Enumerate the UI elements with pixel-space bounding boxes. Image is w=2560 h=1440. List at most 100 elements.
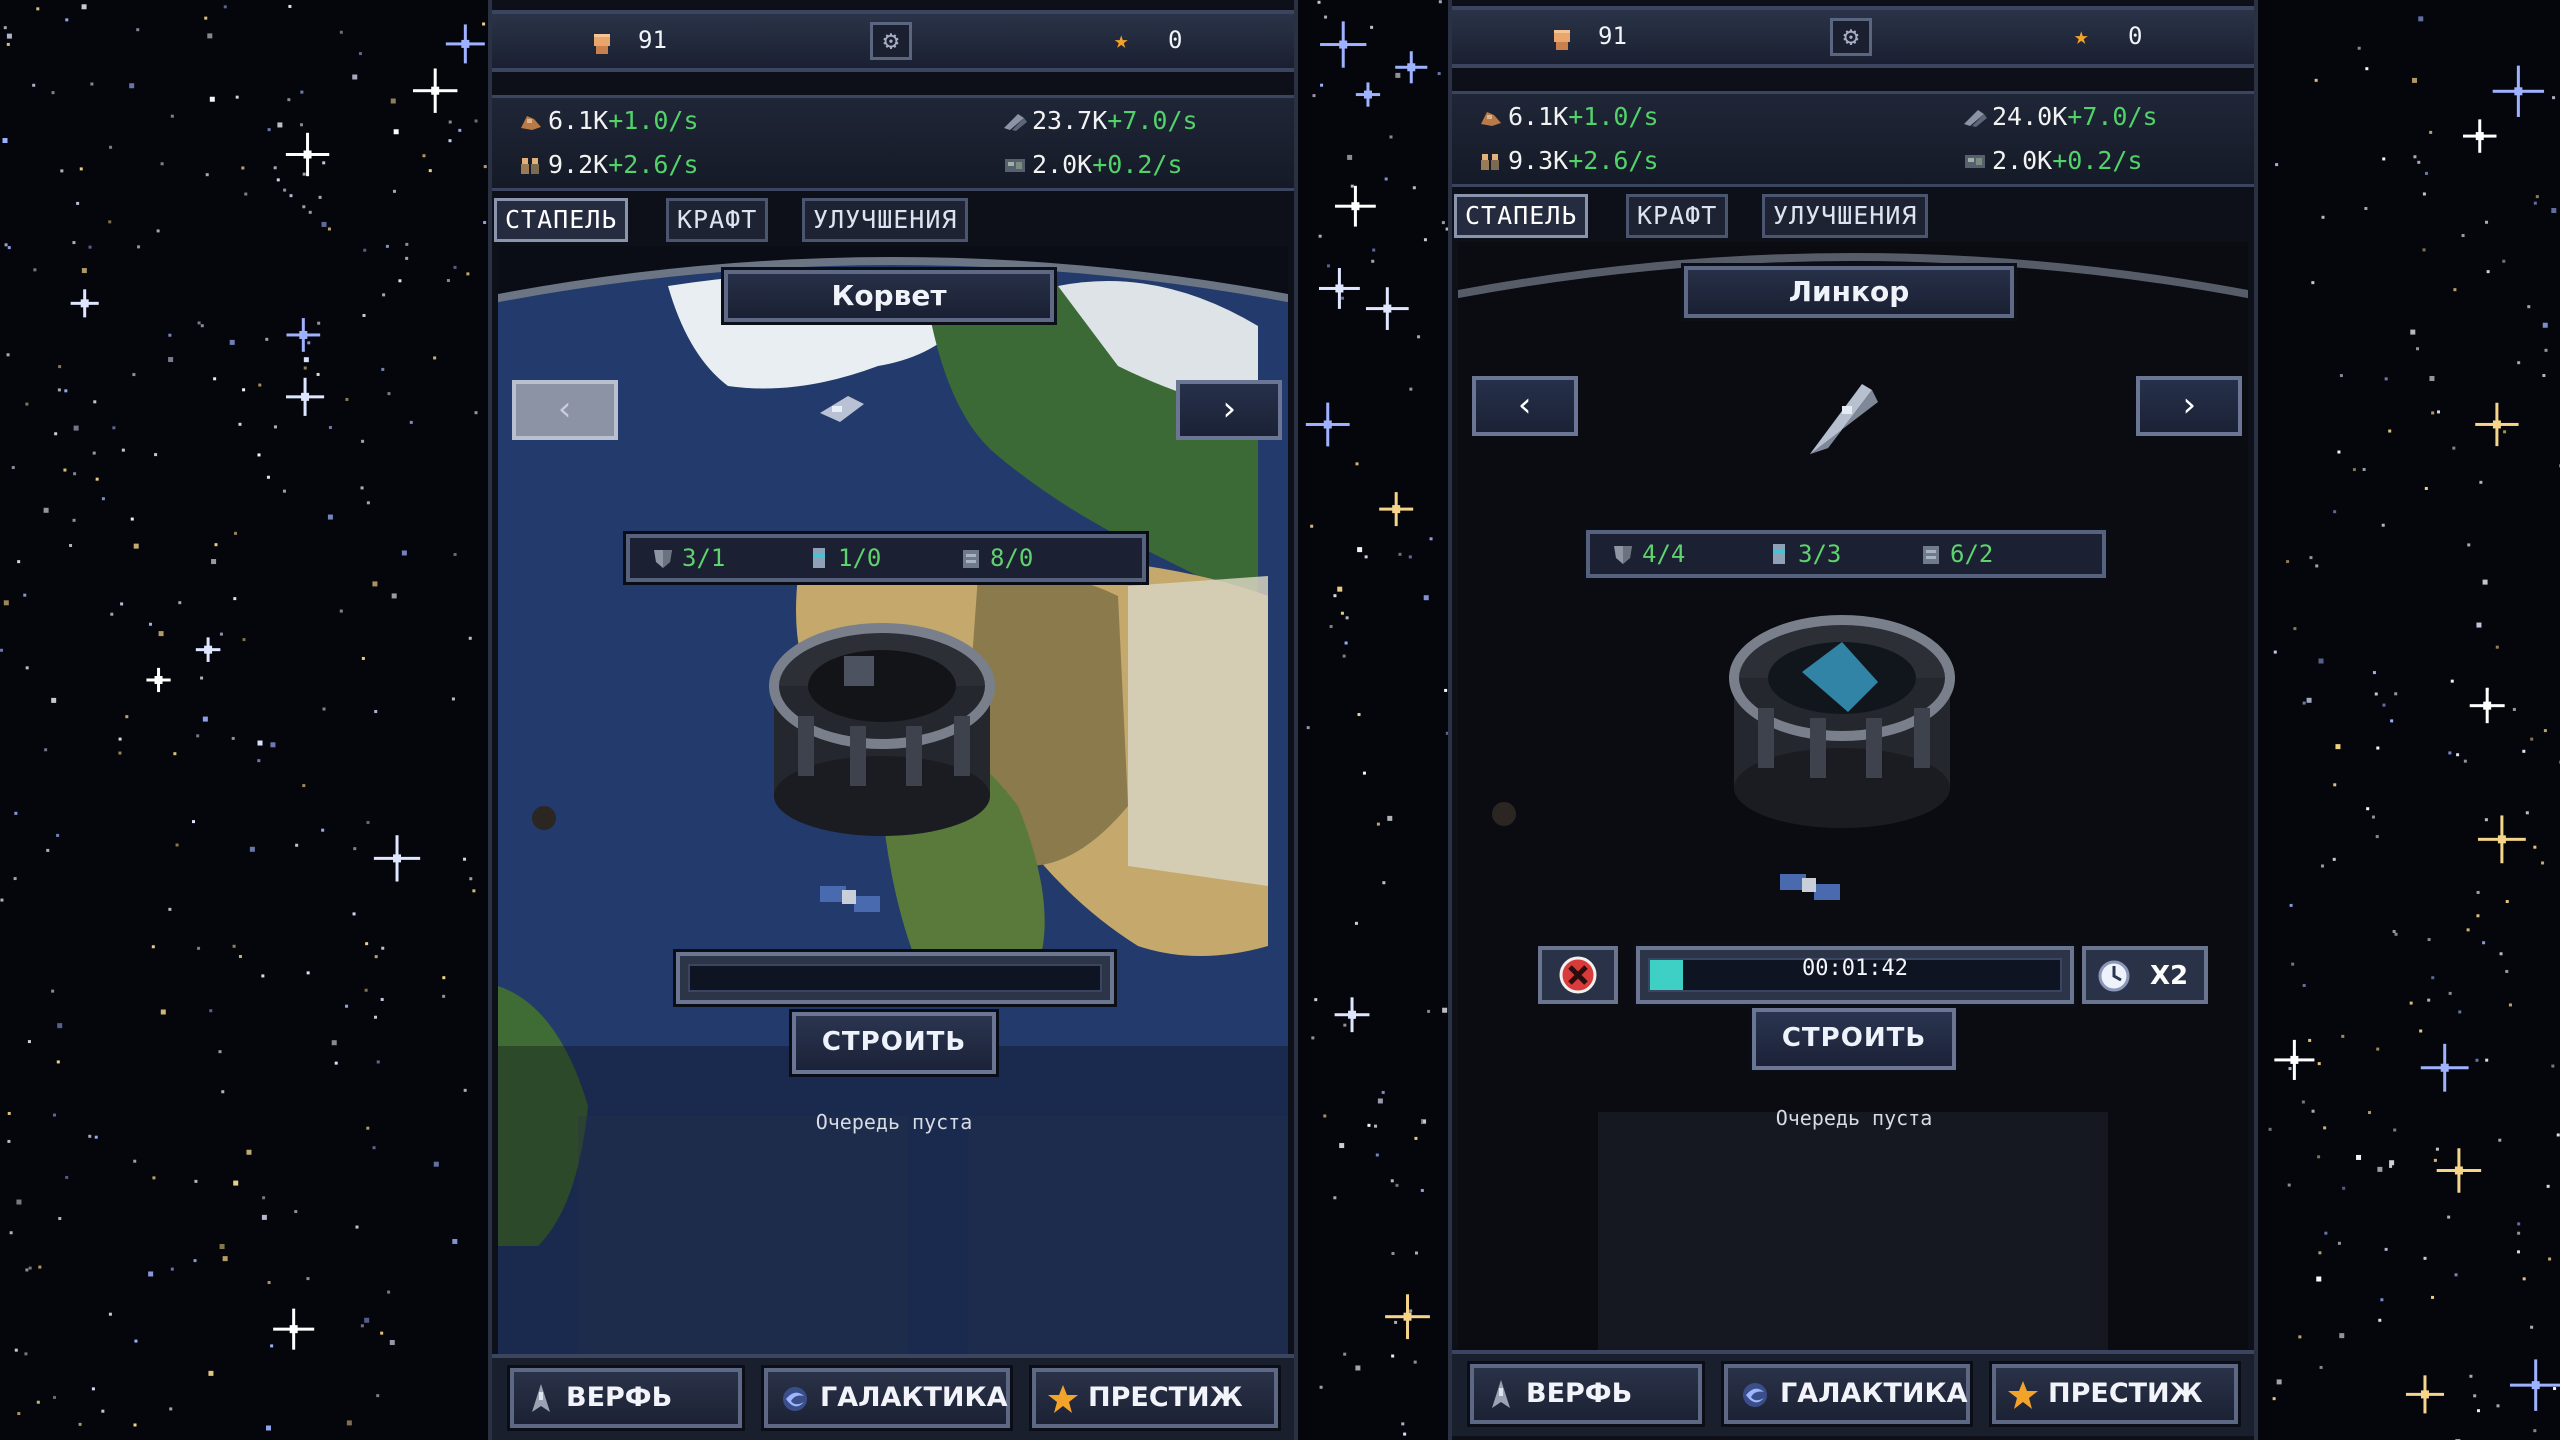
resource-rate: +1.0/s	[1568, 102, 1659, 131]
prev-ship-button[interactable]: ‹	[1472, 376, 1578, 436]
ore-icon	[521, 116, 541, 130]
module-icon	[963, 550, 979, 568]
build-button[interactable]: СТРОИТЬ	[1752, 1008, 1956, 1070]
speedup-label: X2	[2150, 961, 2189, 991]
next-ship-button[interactable]: ›	[2136, 376, 2242, 436]
resource-amount: 6.1K	[548, 106, 609, 135]
chevron-right-icon: ›	[1218, 389, 1240, 429]
resource-alloy: 23.7K+7.0/s	[1002, 106, 1198, 135]
requirement-fuel: 1/0	[808, 544, 881, 572]
game-panel-right: 91 ⚙ ★ 0 6.1K+1.0/s 24.0K+7.0/s 9.3K+2.6…	[1448, 0, 2258, 1440]
fist-icon	[594, 34, 610, 54]
resource-rate: +0.2/s	[1092, 150, 1183, 179]
resource-amount: 6.1K	[1508, 102, 1569, 131]
build-progress-bar: 00:01:42	[1636, 946, 2074, 1004]
settings-gear-button[interactable]: ⚙	[1830, 18, 1872, 56]
resource-tech: 2.0K+0.2/s	[1002, 150, 1183, 179]
close-icon	[1559, 956, 1597, 994]
ship-name-plate: Корвет	[724, 270, 1054, 322]
build-timer: 00:01:42	[1802, 956, 1908, 981]
star-count: 0	[2128, 22, 2143, 50]
resource-crew: 9.3K+2.6/s	[1478, 146, 1659, 175]
fuel-icon	[1773, 544, 1785, 564]
resource-bar: 6.1K+1.0/s 23.7K+7.0/s 9.2K+2.6/s 2.0K+0…	[492, 95, 1294, 191]
nav-label: ПРЕСТИЖ	[2048, 1378, 2203, 1409]
requirement-value: 8/0	[990, 544, 1034, 572]
tab-craft[interactable]: КРАФТ	[1626, 194, 1729, 238]
queue-status-text: Очередь пуста	[815, 1110, 973, 1134]
top-status-bar: 91 ⚙ ★ 0	[1452, 6, 2254, 68]
resource-alloy: 24.0K+7.0/s	[1962, 102, 2158, 131]
crew-icon	[1481, 154, 1499, 170]
alloy-icon	[1964, 110, 1987, 127]
nav-galaxy[interactable]: ГАЛАКТИКА	[764, 1368, 1010, 1428]
tech-icon	[1005, 159, 1025, 172]
resource-crew: 9.2K+2.6/s	[518, 150, 699, 179]
galaxy-icon	[1743, 1383, 1767, 1407]
settings-gear-button[interactable]: ⚙	[870, 22, 912, 60]
ship-requirements-bar: 4/4 3/3 6/2	[1586, 530, 2106, 578]
fuel-icon	[813, 548, 825, 568]
nav-prestige[interactable]: ПРЕСТИЖ	[1032, 1368, 1278, 1428]
requirement-value: 1/0	[838, 544, 882, 572]
armor-icon	[1614, 546, 1632, 564]
space-station-icon	[769, 623, 995, 836]
resource-amount: 9.2K	[548, 150, 609, 179]
tab-slipway[interactable]: СТАПЕЛЬ	[1454, 194, 1589, 238]
resource-amount: 23.7K	[1032, 106, 1108, 135]
cancel-build-button[interactable]	[1538, 946, 1618, 1004]
gear-icon: ⚙	[883, 26, 899, 56]
module-icon	[1923, 546, 1939, 564]
shipyard-icon	[532, 1384, 550, 1412]
resource-amount: 24.0K	[1992, 102, 2068, 131]
resource-rate: +2.6/s	[608, 150, 699, 179]
build-button[interactable]: СТРОИТЬ	[792, 1012, 996, 1074]
tab-upgrades[interactable]: УЛУЧШЕНИЯ	[802, 198, 969, 242]
star-count: 0	[1168, 26, 1183, 54]
tab-slipway[interactable]: СТАПЕЛЬ	[494, 198, 629, 242]
fist-count: 91	[638, 26, 667, 54]
nav-prestige[interactable]: ПРЕСТИЖ	[1992, 1364, 2238, 1424]
crew-icon	[521, 158, 539, 174]
resource-amount: 2.0K	[1032, 150, 1093, 179]
requirement-fuel: 3/3	[1768, 540, 1841, 568]
resource-rate: +0.2/s	[2052, 146, 2143, 175]
star-icon	[1048, 1385, 1078, 1413]
bottom-navigation: ВЕРФЬ ГАЛАКТИКА ПРЕСТИЖ	[1452, 1350, 2254, 1436]
top-status-bar: 91 ⚙ ★ 0	[492, 10, 1294, 72]
requirement-armor: 3/1	[652, 544, 725, 572]
chevron-left-icon: ‹	[1514, 385, 1536, 425]
star-icon: ★	[1114, 26, 1129, 54]
armor-icon	[654, 550, 672, 568]
resource-bar: 6.1K+1.0/s 24.0K+7.0/s 9.3K+2.6/s 2.0K+0…	[1452, 91, 2254, 187]
requirement-value: 3/1	[682, 544, 726, 572]
next-ship-button[interactable]: ›	[1176, 380, 1282, 440]
nav-shipyard[interactable]: ВЕРФЬ	[1470, 1364, 1702, 1424]
nav-shipyard[interactable]: ВЕРФЬ	[510, 1368, 742, 1428]
nav-label: ВЕРФЬ	[1526, 1378, 1633, 1409]
shipyard-icon	[1492, 1380, 1510, 1408]
prev-ship-button[interactable]: ‹	[512, 380, 618, 440]
fist-count: 91	[1598, 22, 1627, 50]
ship-name-plate: Линкор	[1684, 266, 2014, 318]
nav-label: ГАЛАКТИКА	[820, 1382, 1008, 1413]
requirement-value: 3/3	[1798, 540, 1842, 568]
nav-label: ВЕРФЬ	[566, 1382, 673, 1413]
space-station-icon	[1729, 615, 1955, 828]
resource-amount: 2.0K	[1992, 146, 2053, 175]
progress-track	[688, 964, 1102, 992]
requirement-module: 6/2	[1920, 540, 1993, 568]
nav-galaxy[interactable]: ГАЛАКТИКА	[1724, 1364, 1970, 1424]
clock-icon	[2098, 960, 2130, 992]
fist-icon	[1554, 30, 1570, 50]
resource-rate: +2.6/s	[1568, 146, 1659, 175]
alloy-icon	[1004, 114, 1027, 131]
requirement-value: 4/4	[1642, 540, 1686, 568]
speedup-button[interactable]: X2	[2082, 946, 2208, 1004]
gear-icon: ⚙	[1843, 22, 1859, 52]
tab-craft[interactable]: КРАФТ	[666, 198, 769, 242]
ore-icon	[1481, 112, 1501, 126]
resource-amount: 9.3K	[1508, 146, 1569, 175]
tab-upgrades[interactable]: УЛУЧШЕНИЯ	[1762, 194, 1929, 238]
game-panel-left: 91 ⚙ ★ 0 6.1K+1.0/s 23.7K+7.0/s 9.2K+2.6…	[488, 0, 1298, 1440]
